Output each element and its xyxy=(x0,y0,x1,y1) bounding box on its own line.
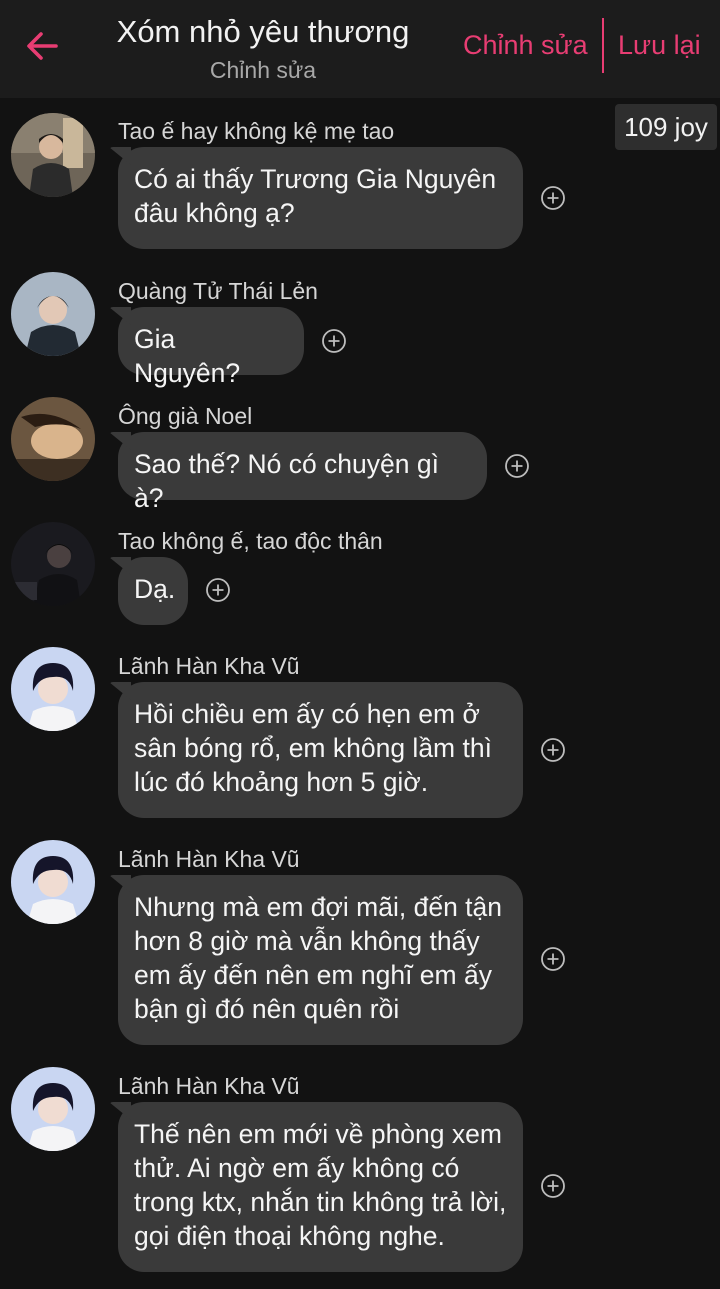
top-bar: Xóm nhỏ yêu thương Chỉnh sửa Chỉnh sửa L… xyxy=(0,0,720,98)
edit-button[interactable]: Chỉnh sửa xyxy=(463,30,588,61)
sender-name: Quàng Tử Thái Lẻn xyxy=(118,278,318,304)
avatar[interactable] xyxy=(11,1067,95,1151)
sender-name: Lãnh Hàn Kha Vũ xyxy=(118,653,300,679)
sender-name: Lãnh Hàn Kha Vũ xyxy=(118,846,300,872)
avatar[interactable] xyxy=(11,113,95,197)
avatar[interactable] xyxy=(11,647,95,731)
sender-name: Tao ế hay không kệ mẹ tao xyxy=(118,118,395,144)
message-bubble[interactable]: Gia Nguyên? xyxy=(118,307,304,388)
add-reaction-icon[interactable] xyxy=(504,453,530,479)
title-block: Xóm nhỏ yêu thương Chỉnh sửa xyxy=(98,12,428,86)
message-bubble[interactable]: Có ai thấy Trương Gia Nguyên đâu không ạ… xyxy=(118,147,523,249)
add-reaction-icon[interactable] xyxy=(540,946,566,972)
add-reaction-icon[interactable] xyxy=(205,577,231,603)
message-bubble[interactable]: Dạ. xyxy=(118,557,188,625)
arrow-left-icon xyxy=(27,32,58,60)
add-reaction-icon[interactable] xyxy=(540,1173,566,1199)
page-subtitle: Chỉnh sửa xyxy=(209,57,317,83)
message-bubble[interactable]: Thế nên em mới về phòng xem thử. Ai ngờ … xyxy=(118,1102,523,1272)
add-reaction-icon[interactable] xyxy=(540,185,566,211)
sender-name: Lãnh Hàn Kha Vũ xyxy=(118,1073,300,1099)
message-bubble[interactable]: Nhưng mà em đợi mãi, đến tận hơn 8 giờ m… xyxy=(118,875,523,1045)
joy-badge: 109 joy xyxy=(615,104,717,150)
page-title: Xóm nhỏ yêu thương xyxy=(116,14,410,49)
sender-name: Tao không ế, tao độc thân xyxy=(118,528,383,554)
back-button[interactable] xyxy=(22,26,62,66)
avatar[interactable] xyxy=(11,840,95,924)
message-bubble[interactable]: Hồi chiều em ấy có hẹn em ở sân bóng rổ,… xyxy=(118,682,523,818)
header-divider xyxy=(602,18,604,73)
add-reaction-icon[interactable] xyxy=(540,737,566,763)
save-button[interactable]: Lưu lại xyxy=(618,30,701,61)
avatar[interactable] xyxy=(11,272,95,356)
message-bubble[interactable]: Sao thế? Nó có chuyện gì à? xyxy=(118,432,487,513)
sender-name: Ông già Noel xyxy=(118,403,253,429)
add-reaction-icon[interactable] xyxy=(321,328,347,354)
avatar[interactable] xyxy=(11,522,95,606)
avatar[interactable] xyxy=(11,397,95,481)
